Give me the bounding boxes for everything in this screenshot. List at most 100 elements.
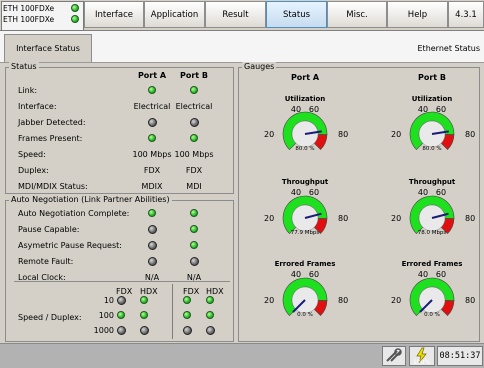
gauge-value: 0.0 % (297, 312, 313, 318)
gauge-scale-label: 20 (264, 214, 275, 223)
gray-led-icon (148, 118, 157, 127)
green-led-icon (183, 311, 191, 319)
green-led-icon (148, 134, 156, 142)
tab-status[interactable]: Status (266, 1, 327, 28)
gray-led-icon (140, 326, 149, 335)
gauge-title: Throughput (408, 178, 456, 186)
auto-negotiation-title: Auto Negotiation (Link Partner Abilities… (9, 195, 172, 204)
gauge-scale-label: 80 (465, 130, 476, 139)
status-label: Speed: (18, 150, 46, 159)
green-led-icon (190, 209, 198, 217)
auto-negotiation-label: Pause Capable: (18, 225, 80, 234)
speed-label: 100 (98, 311, 114, 320)
port-a-fdx-header: FDX (116, 287, 133, 296)
green-led-icon (206, 311, 214, 319)
gauge-scale-label: 20 (391, 130, 402, 139)
gauge-value: 0.0 % (424, 312, 440, 318)
gray-led-icon (206, 326, 215, 335)
gauge-title: Utilization (411, 95, 453, 103)
port-a-hdx-header: HDX (140, 287, 158, 296)
device-name-1: ETH 100FDXe (3, 4, 55, 13)
device-1-status-icon (71, 4, 79, 12)
gauge-scale-label: 20 (264, 296, 275, 305)
green-led-icon (117, 311, 125, 319)
auto-negotiation-label: Asymetric Pause Request: (18, 241, 122, 250)
status-port-b-header: Port B (179, 71, 209, 80)
green-led-icon (140, 311, 148, 319)
clock: 08:51:37 (437, 346, 483, 366)
status-port-b-value: Electrical (175, 102, 213, 111)
version-label: 4.3.1 (448, 1, 484, 28)
battery-level: 100% (413, 359, 431, 366)
green-led-icon (148, 86, 156, 94)
tab-result[interactable]: Result (205, 1, 266, 28)
device-name-2: ETH 100FDXe (3, 15, 55, 24)
green-led-icon (206, 296, 214, 304)
gray-led-icon (148, 241, 157, 250)
gray-led-icon (117, 326, 126, 335)
tab-misc[interactable]: Misc. (327, 1, 387, 28)
status-port-a-header: Port A (137, 71, 167, 80)
status-label: Frames Present: (18, 134, 83, 143)
status-port-a-value: Electrical (133, 102, 171, 111)
status-label: Duplex: (18, 166, 49, 175)
gauge-title: Errored Frames (401, 260, 463, 268)
status-port-b-value: 100 Mbps (174, 150, 214, 159)
status-port-b-value: FDX (185, 166, 203, 175)
status-port-a-value: 100 Mbps (132, 150, 172, 159)
status-port-a-value: MDIX (141, 182, 163, 191)
gauges-panel-title: Gauges (242, 62, 277, 71)
auto-negotiation-label: Auto Negotiation Complete: (18, 209, 130, 218)
gray-led-icon (117, 296, 126, 305)
tab-interface-status[interactable]: Interface Status (4, 34, 92, 62)
green-led-icon (190, 225, 198, 233)
tools-icon[interactable] (382, 346, 406, 366)
gauge-title: Utilization (284, 95, 326, 103)
gauges-port-a-header: Port A (290, 73, 320, 82)
gauge-scale-label: 80 (338, 130, 349, 139)
gauge-scale-label: 80 (465, 296, 476, 305)
gauge-scale-label: 20 (391, 296, 402, 305)
green-led-icon (190, 86, 198, 94)
gauge-scale-label: 20 (264, 130, 275, 139)
gauge-value: 78.0 Mbps (417, 230, 447, 236)
status-label: Interface: (18, 102, 57, 111)
status-port-b-value: MDI (186, 182, 202, 191)
tab-help[interactable]: Help (387, 1, 448, 28)
gauge-value: 80.0 % (422, 146, 442, 152)
auto-negotiation-label: Remote Fault: (18, 257, 74, 266)
section-title: Ethernet Status (417, 44, 481, 53)
gauge-scale-label: 80 (338, 214, 349, 223)
device-2-status-icon (71, 15, 79, 23)
gray-led-icon (190, 257, 199, 266)
divider (172, 284, 173, 339)
gauge-title: Throughput (281, 178, 329, 186)
green-led-icon (148, 209, 156, 217)
gray-led-icon (183, 326, 192, 335)
status-port-a-value: FDX (143, 166, 161, 175)
speed-duplex-label: Speed / Duplex: (18, 313, 82, 322)
speed-label: 10 (103, 296, 114, 305)
status-label: Link: (18, 86, 38, 95)
status-label: Jabber Detected: (18, 118, 86, 127)
status-label: MDI/MDIX Status: (18, 182, 88, 191)
gauges-port-b-header: Port B (417, 73, 447, 82)
port-b-hdx-header: HDX (206, 287, 224, 296)
speed-label: 1000 (93, 326, 114, 335)
tab-application[interactable]: Application (144, 1, 205, 28)
green-led-icon (183, 296, 191, 304)
divider (14, 281, 230, 282)
green-led-icon (190, 134, 198, 142)
gauge-value: 80.0 % (295, 146, 315, 152)
gauge-scale-label: 80 (465, 214, 476, 223)
port-b-fdx-header: FDX (183, 287, 200, 296)
gray-led-icon (148, 225, 157, 234)
green-led-icon (140, 296, 148, 304)
gray-led-icon (190, 118, 199, 127)
gauge-scale-label: 80 (338, 296, 349, 305)
green-led-icon (190, 241, 198, 249)
tab-interface[interactable]: Interface (84, 1, 144, 28)
gauge-value: 77.9 Mbps (290, 230, 320, 236)
gray-led-icon (148, 257, 157, 266)
status-panel-title: Status (9, 62, 39, 71)
